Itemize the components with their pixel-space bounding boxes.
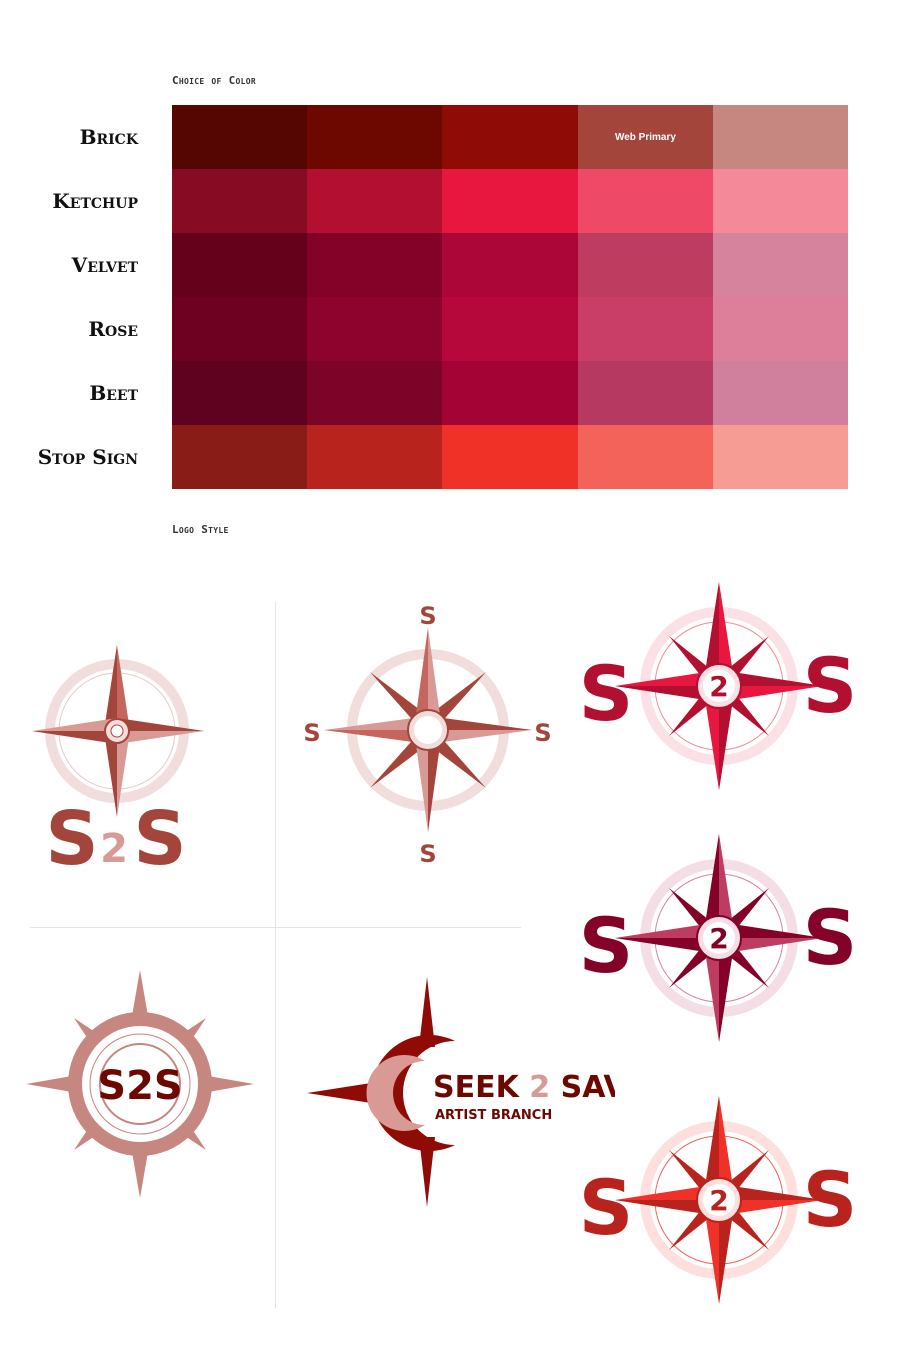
color-swatch <box>442 169 579 233</box>
wordmark-subtitle: ARTIST BRANCH <box>435 1108 552 1123</box>
color-swatch: Web Primary <box>577 105 714 169</box>
palette-label: Rose <box>88 317 138 341</box>
color-swatch <box>712 425 849 489</box>
color-swatch <box>712 297 849 361</box>
ring-badge-text: S2S <box>97 1063 182 1109</box>
compass-variant: 2 S S <box>580 582 856 790</box>
color-swatch <box>172 105 308 169</box>
wordmark-digit: 2 <box>529 1070 550 1105</box>
logo-style-heading: Logo Style <box>172 523 229 536</box>
color-swatch <box>307 297 443 361</box>
seek-2-save-wordmark: SEEK 2 SAVE ARTIST BRANCH <box>307 977 615 1207</box>
compass-variant: 2 S S <box>580 1096 856 1304</box>
color-swatch-grid: Web Primary <box>172 105 849 489</box>
s2s-compass-logo: S 2 S <box>32 645 204 880</box>
color-swatch <box>442 233 579 297</box>
ring-badge-logo: S2S <box>26 970 254 1198</box>
color-swatch <box>442 425 579 489</box>
choice-of-color-heading: Choice of Color <box>172 74 256 87</box>
horizontal-divider <box>30 927 521 928</box>
palette-label: Ketchup <box>52 189 138 213</box>
color-swatch <box>712 105 849 169</box>
color-swatch <box>577 169 714 233</box>
variant-right-letter: S <box>803 893 856 982</box>
color-swatch <box>577 297 714 361</box>
color-swatch <box>172 361 308 425</box>
palette-label: Brick <box>79 125 138 149</box>
color-swatch <box>307 233 443 297</box>
variant-left-letter: S <box>580 1163 633 1252</box>
color-swatch <box>307 361 443 425</box>
color-swatch <box>442 361 579 425</box>
cardinal-west-letter: S <box>303 719 320 747</box>
color-swatch <box>307 425 443 489</box>
color-swatch <box>442 105 579 169</box>
color-swatch <box>172 425 308 489</box>
wordmark-seek: SEEK <box>433 1070 521 1105</box>
compass-variant: 2 S S <box>580 834 856 1042</box>
color-swatch <box>442 297 579 361</box>
s2s-left-letter: S <box>45 796 98 880</box>
cardinal-north-letter: S <box>419 602 436 630</box>
color-swatch <box>172 297 308 361</box>
palette-label: Velvet <box>71 253 138 277</box>
color-swatch <box>577 361 714 425</box>
s2s-digit: 2 <box>100 826 128 872</box>
color-swatch <box>172 169 308 233</box>
variant-left-letter: S <box>580 901 633 990</box>
cardinal-compass-logo: S S S S <box>303 602 551 868</box>
color-swatch <box>577 425 714 489</box>
variant-right-letter: S <box>803 1155 856 1244</box>
variant-digit: 2 <box>709 922 728 955</box>
cardinal-east-letter: S <box>534 719 551 747</box>
variant-right-letter: S <box>803 641 856 730</box>
variant-left-letter: S <box>580 649 633 738</box>
color-swatch <box>307 169 443 233</box>
vertical-divider <box>275 602 276 1308</box>
color-swatch <box>172 233 308 297</box>
variant-digit: 2 <box>709 1184 728 1217</box>
color-swatch <box>712 233 849 297</box>
palette-label: Stop Sign <box>37 445 138 469</box>
variant-digit: 2 <box>709 670 728 703</box>
cardinal-south-letter: S <box>419 840 436 868</box>
color-swatch <box>712 361 849 425</box>
palette-label: Beet <box>89 381 138 405</box>
color-swatch <box>577 233 714 297</box>
color-swatch <box>307 105 443 169</box>
color-swatch <box>712 169 849 233</box>
s2s-right-letter: S <box>133 796 186 880</box>
